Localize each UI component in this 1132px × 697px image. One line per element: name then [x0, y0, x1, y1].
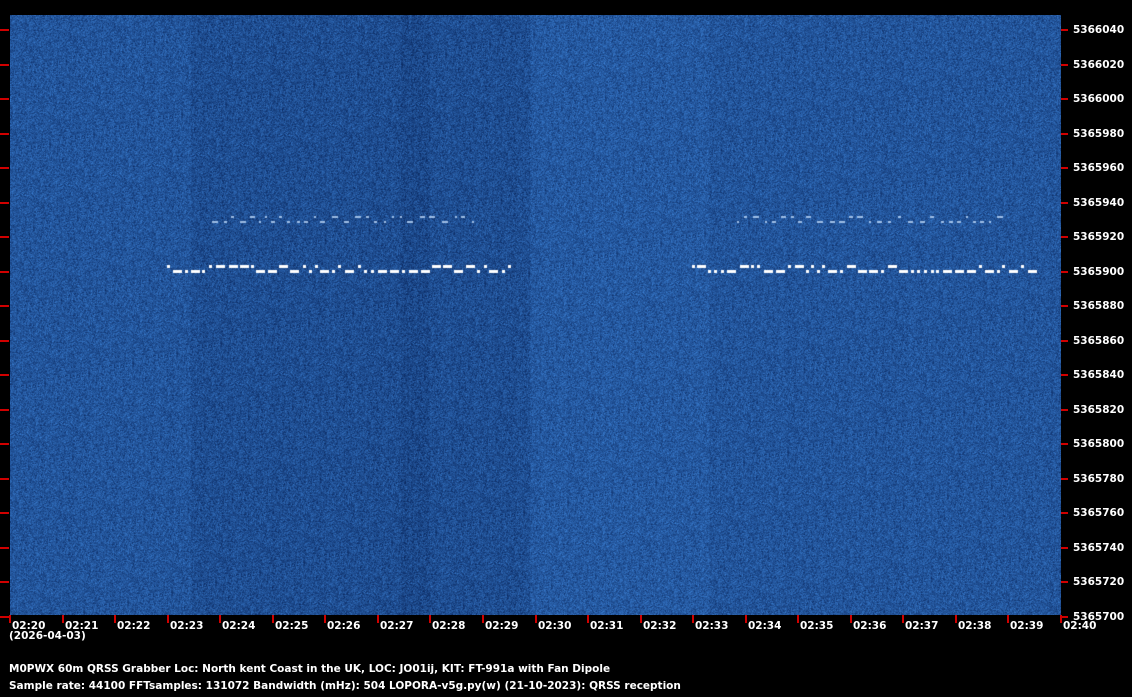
time-label: 02:37 — [905, 620, 939, 632]
frequency-tick — [1061, 236, 1068, 238]
time-label: 02:38 — [958, 620, 992, 632]
time-label: 02:33 — [695, 620, 729, 632]
time-label: 02:39 — [1010, 620, 1044, 632]
frequency-label: 5365860 — [1073, 335, 1125, 347]
time-tick — [272, 615, 274, 623]
frequency-tick — [1061, 305, 1068, 307]
frequency-label: 5365760 — [1073, 507, 1125, 519]
left-tick — [0, 64, 9, 66]
frequency-label: 5365900 — [1073, 266, 1125, 278]
time-tick — [640, 615, 642, 623]
time-label: 02:24 — [222, 620, 256, 632]
frequency-tick — [1061, 512, 1068, 514]
time-tick — [587, 615, 589, 623]
frequency-label: 5365960 — [1073, 162, 1125, 174]
time-tick — [62, 615, 64, 623]
time-label: 02:28 — [432, 620, 466, 632]
left-tick — [0, 581, 9, 583]
time-tick — [692, 615, 694, 623]
time-label: 02:35 — [800, 620, 834, 632]
frequency-tick — [1061, 547, 1068, 549]
time-label: 02:23 — [170, 620, 204, 632]
time-label: 02:29 — [485, 620, 519, 632]
time-tick — [324, 615, 326, 623]
frequency-tick — [1061, 581, 1068, 583]
time-label: 02:31 — [590, 620, 624, 632]
time-tick — [429, 615, 431, 623]
time-label: 02:26 — [327, 620, 361, 632]
frequency-tick — [1061, 271, 1068, 273]
frequency-label: 5365880 — [1073, 300, 1125, 312]
time-tick — [955, 615, 957, 623]
left-tick — [0, 202, 9, 204]
time-tick — [902, 615, 904, 623]
reception-parameters: Sample rate: 44100 FFTsamples: 131072 Ba… — [9, 680, 681, 692]
left-tick — [0, 478, 9, 480]
time-tick — [219, 615, 221, 623]
time-label: 02:22 — [117, 620, 151, 632]
time-label: 02:30 — [538, 620, 572, 632]
time-tick — [850, 615, 852, 623]
frequency-label: 5366040 — [1073, 24, 1125, 36]
frequency-label: 5365740 — [1073, 542, 1125, 554]
frequency-tick — [1061, 202, 1068, 204]
left-tick — [0, 133, 9, 135]
time-tick — [377, 615, 379, 623]
time-tick — [535, 615, 537, 623]
left-tick — [0, 98, 9, 100]
time-tick — [1060, 615, 1062, 623]
frequency-label: 5365720 — [1073, 576, 1125, 588]
left-tick — [0, 374, 9, 376]
time-label: 02:36 — [853, 620, 887, 632]
left-tick — [0, 167, 9, 169]
time-tick — [797, 615, 799, 623]
frequency-tick — [1061, 64, 1068, 66]
left-tick — [0, 271, 9, 273]
date-label: (2026-04-03) — [9, 630, 86, 642]
time-tick — [1007, 615, 1009, 623]
frequency-axis: 5366040 5366020 5366000 5365980 5365960 53659… — [1061, 0, 1132, 697]
frequency-tick — [1061, 133, 1068, 135]
station-info: M0PWX 60m QRSS Grabber Loc: North kent C… — [9, 663, 611, 675]
time-tick — [482, 615, 484, 623]
frequency-label: 5366020 — [1073, 59, 1125, 71]
left-tick — [0, 443, 9, 445]
frequency-label: 5365780 — [1073, 473, 1125, 485]
spectrogram-display — [10, 15, 1061, 615]
time-label: 02:25 — [275, 620, 309, 632]
left-tick — [0, 340, 9, 342]
time-tick — [114, 615, 116, 623]
frequency-label: 5365800 — [1073, 438, 1125, 450]
time-tick — [167, 615, 169, 623]
frequency-tick — [1061, 167, 1068, 169]
left-tick — [0, 29, 9, 31]
left-tick — [0, 547, 9, 549]
frequency-label: 5365820 — [1073, 404, 1125, 416]
frequency-tick — [1061, 340, 1068, 342]
time-label: 02:32 — [643, 620, 677, 632]
left-tick-axis — [0, 0, 10, 697]
time-label: 02:27 — [380, 620, 414, 632]
frequency-label: 5366000 — [1073, 93, 1125, 105]
frequency-label: 5365920 — [1073, 231, 1125, 243]
frequency-tick — [1061, 374, 1068, 376]
frequency-tick — [1061, 443, 1068, 445]
frequency-tick — [1061, 29, 1068, 31]
time-tick — [9, 615, 11, 623]
time-axis: 02:20 02:21 02:22 02:23 02:24 02:25 02:26 02:27… — [0, 613, 1132, 637]
frequency-label: 5365940 — [1073, 197, 1125, 209]
time-label: 02:40 — [1063, 620, 1097, 632]
time-label: 02:34 — [748, 620, 782, 632]
time-tick — [745, 615, 747, 623]
left-tick — [0, 512, 9, 514]
left-tick — [0, 409, 9, 411]
frequency-tick — [1061, 98, 1068, 100]
frequency-tick — [1061, 478, 1068, 480]
left-tick — [0, 305, 9, 307]
frequency-label: 5365840 — [1073, 369, 1125, 381]
left-tick — [0, 236, 9, 238]
frequency-tick — [1061, 409, 1068, 411]
frequency-label: 5365980 — [1073, 128, 1125, 140]
